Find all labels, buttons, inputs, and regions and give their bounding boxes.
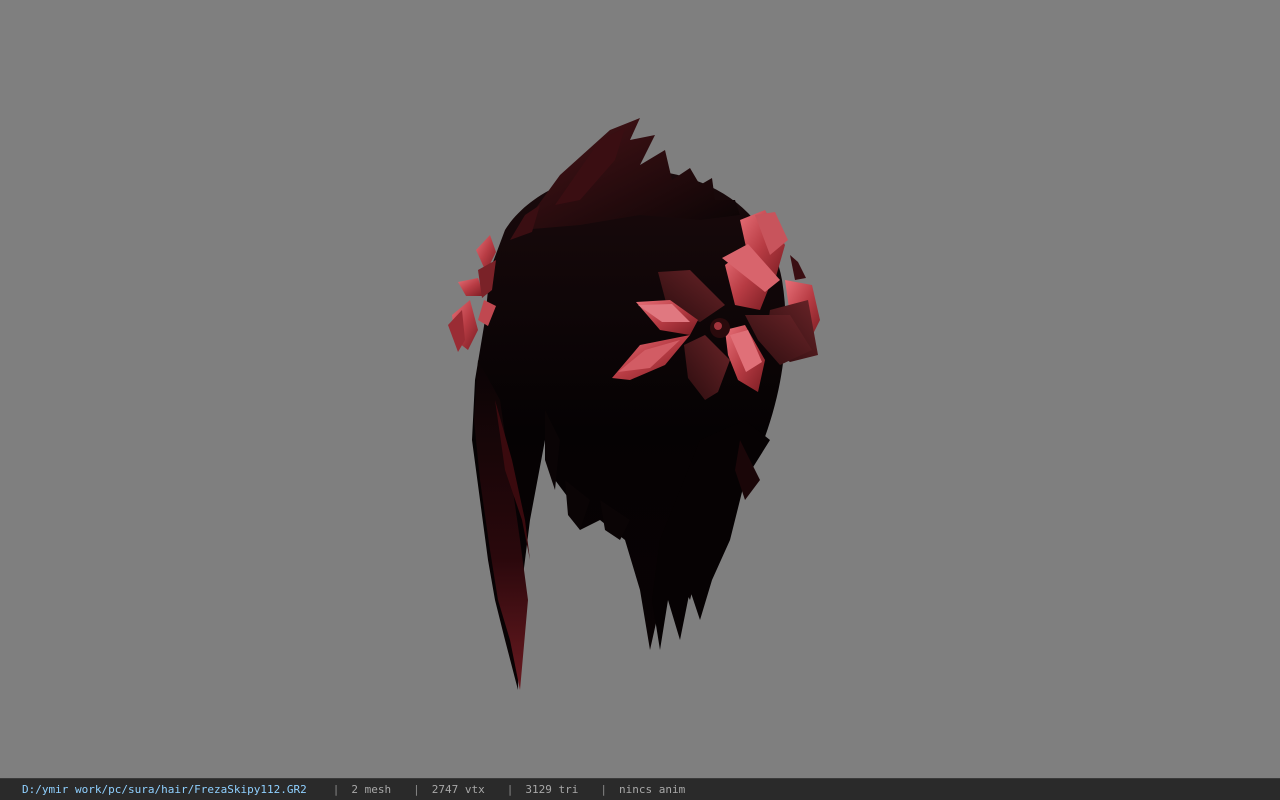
separator: | xyxy=(506,783,514,796)
hair-model xyxy=(448,118,820,690)
separator: | xyxy=(600,783,607,796)
separator: | xyxy=(332,783,340,796)
hair-mass xyxy=(472,118,786,690)
mesh-count: 2 mesh xyxy=(351,783,392,796)
vertex-count: 2747 vtx xyxy=(431,783,485,796)
animation-status: nincs anim xyxy=(619,783,686,796)
file-path: D:/ymir work/pc/sura/hair/FrezaSkipy112.… xyxy=(22,783,307,796)
3d-viewport[interactable] xyxy=(0,0,1280,778)
triangle-count: 3129 tri xyxy=(525,783,579,796)
status-bar: D:/ymir work/pc/sura/hair/FrezaSkipy112.… xyxy=(0,778,1280,800)
separator: | xyxy=(413,783,420,796)
